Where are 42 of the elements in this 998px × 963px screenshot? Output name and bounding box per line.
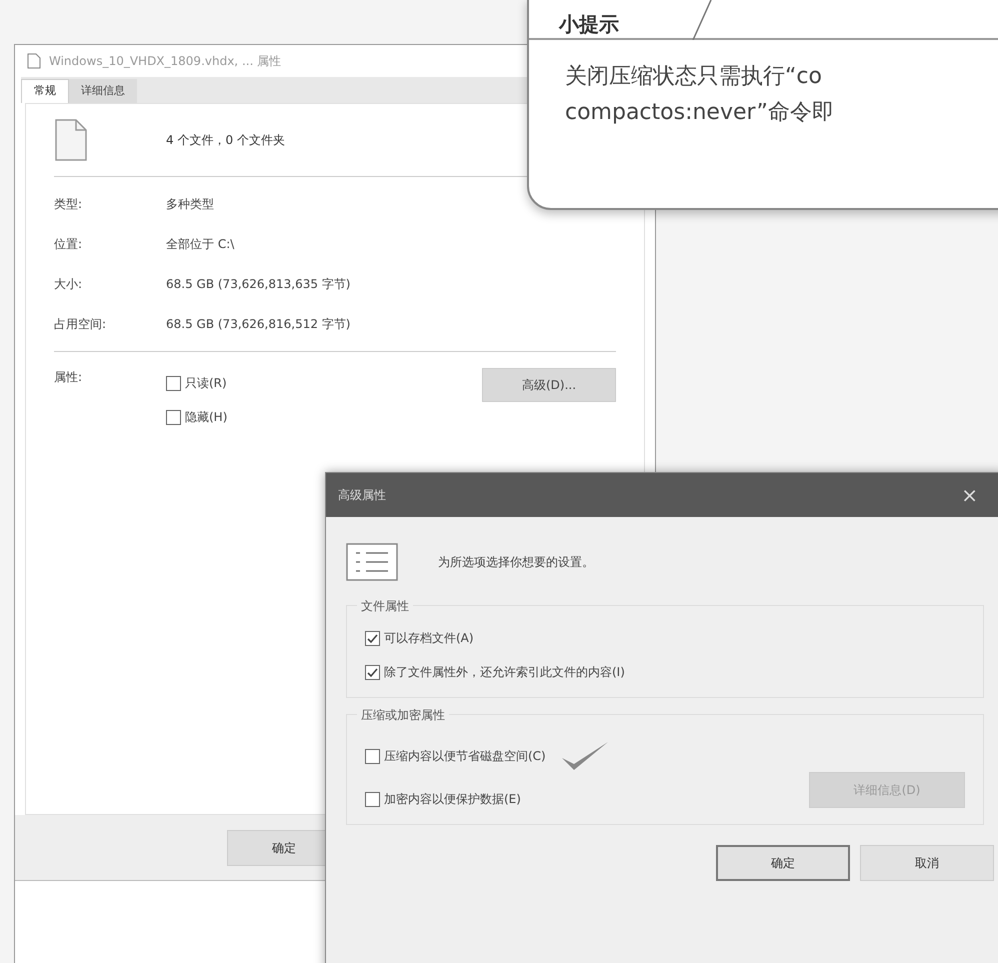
advanced-button[interactable]: 高级(D)... [482, 368, 616, 402]
details-button: 详细信息(D) [809, 772, 965, 808]
field-value: 全部位于 C:\ [166, 236, 234, 253]
checkbox-label: 只读(R) [185, 375, 227, 392]
checkbox-label: 可以存档文件(A) [384, 630, 474, 647]
tip-text: 关闭压缩状态只需执行“co [565, 63, 823, 91]
summary-text: 4 个文件，0 个文件夹 [166, 132, 285, 149]
field-value: 68.5 GB (73,626,816,512 字节) [166, 316, 350, 333]
tab[interactable]: 详细信息 [69, 79, 137, 103]
field-label: 大小: [54, 276, 84, 293]
tip-title: 小提示 [559, 14, 619, 34]
dialog-title: 高级属性 [338, 487, 386, 504]
document-icon [54, 118, 88, 162]
checkbox[interactable] [365, 748, 380, 764]
checkbox-label: 隐藏(H) [185, 409, 228, 426]
field-label: 位置: [54, 236, 84, 253]
field-label: 类型: [54, 196, 84, 213]
check-icon [367, 632, 378, 644]
intro-text: 为所选项选择你想要的设置。 [438, 554, 594, 571]
checkbox-label: 加密内容以便保护数据(E) [384, 791, 521, 808]
field-label: 占用空间: [54, 316, 108, 333]
group-title: 压缩或加密属性 [357, 706, 449, 724]
close-button[interactable]: × [961, 485, 978, 505]
field-value: 68.5 GB (73,626,813,635 字节) [166, 276, 350, 293]
checkbox[interactable] [365, 664, 380, 680]
ok-button[interactable]: 确定 [716, 845, 850, 881]
checkbox[interactable] [365, 630, 380, 646]
file-icon [27, 53, 41, 69]
checklist-icon [346, 543, 398, 581]
checkbox-label: 除了文件属性外，还允许索引此文件的内容(I) [384, 664, 625, 681]
field-value: 多种类型 [166, 196, 214, 213]
checkbox[interactable] [166, 376, 181, 390]
window-title: Windows_10_VHDX_1809.vhdx, ... 属性 [49, 53, 282, 70]
checkbox-label: 压缩内容以便节省磁盘空间(C) [384, 748, 546, 765]
field-label: 属性: [54, 369, 84, 386]
checkbox[interactable] [365, 792, 380, 806]
group-title: 文件属性 [357, 597, 413, 615]
checkbox[interactable] [166, 410, 181, 424]
cancel-button[interactable]: 取消 [860, 845, 994, 881]
tip-text: compactos:never”命令即 [565, 99, 835, 127]
tab[interactable]: 常规 [21, 79, 69, 103]
check-icon [367, 666, 378, 678]
